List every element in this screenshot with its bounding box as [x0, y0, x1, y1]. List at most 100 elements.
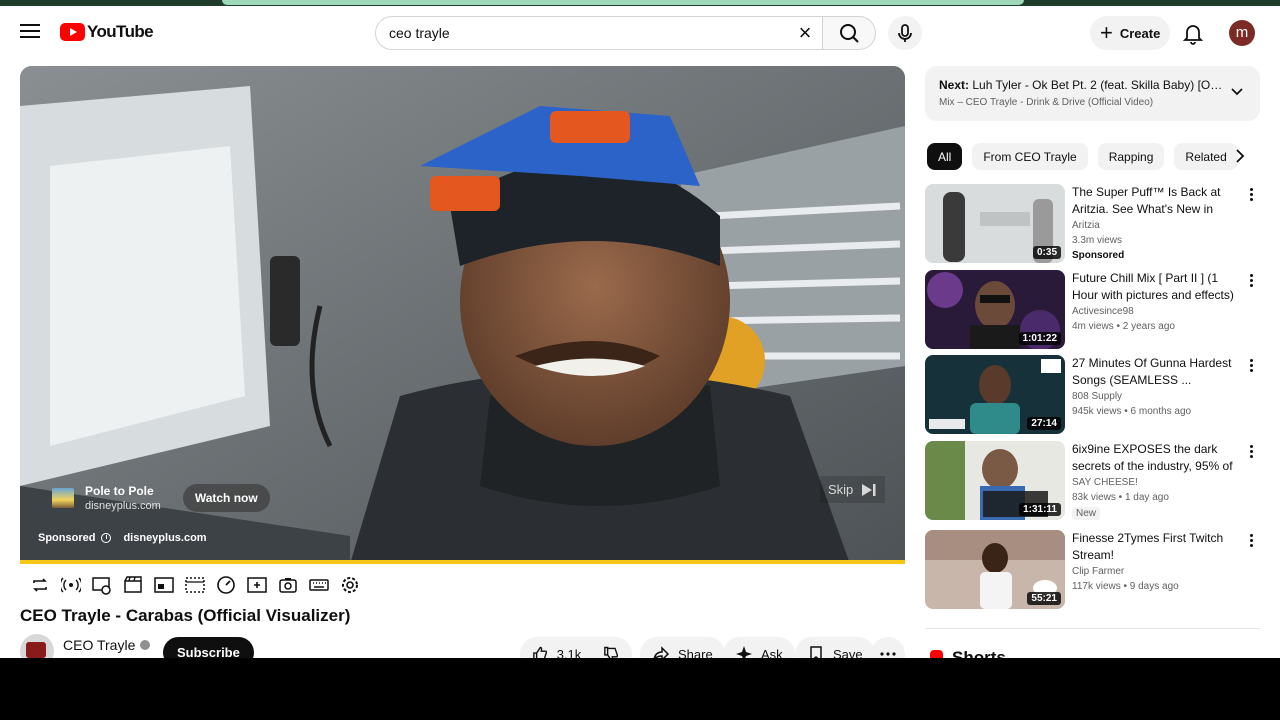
subscribe-button[interactable]: Subscribe: [163, 637, 254, 658]
up-next-title-row: Next: Luh Tyler - Ok Bet Pt. 2 (feat. Sk…: [939, 78, 1224, 92]
video-thumbnail[interactable]: 27:14: [925, 355, 1065, 434]
youtube-logo[interactable]: YouTube: [60, 22, 154, 42]
save-label: Save: [833, 646, 863, 659]
keyboard-icon[interactable]: [307, 573, 331, 597]
ad-progress-bar[interactable]: [20, 560, 905, 564]
more-vert-icon[interactable]: [1250, 534, 1254, 548]
aspect-ratio-icon[interactable]: [152, 573, 176, 597]
chevron-right-icon[interactable]: [1232, 148, 1248, 164]
recommendation-item[interactable]: 1:01:22 Future Chill Mix [ Part II ] (1 …: [925, 270, 1260, 350]
broadcast-icon[interactable]: [59, 573, 83, 597]
channel-name[interactable]: 808 Supply: [1072, 391, 1122, 402]
search-input[interactable]: [389, 25, 779, 41]
video-thumbnail[interactable]: 1:31:11: [925, 441, 1065, 520]
video-title[interactable]: 27 Minutes Of Gunna Hardest Songs (SEAML…: [1072, 355, 1242, 389]
up-next-mix: Mix – CEO Trayle - Drink & Drive (Offici…: [939, 97, 1154, 108]
search-box[interactable]: ×: [375, 16, 823, 50]
voice-search-button[interactable]: [888, 16, 922, 50]
more-vert-icon[interactable]: [1250, 359, 1254, 373]
more-vert-icon[interactable]: [1250, 188, 1254, 202]
ad-sponsored-row: Sponsored i disneyplus.com: [38, 532, 207, 544]
chip-rapping[interactable]: Rapping: [1097, 143, 1165, 170]
more-actions-button[interactable]: [871, 637, 905, 658]
video-thumbnail[interactable]: 0:35: [925, 184, 1065, 263]
ad-title[interactable]: Pole to Pole: [85, 484, 161, 498]
verified-icon: [140, 640, 151, 650]
ask-button[interactable]: Ask: [723, 637, 795, 658]
duration-badge: 27:14: [1027, 417, 1061, 430]
youtube-watch-page: YouTube × + Create m: [0, 0, 1280, 658]
video-meta: 945k views • 6 months ago: [1072, 406, 1192, 417]
clapper-icon[interactable]: [121, 573, 145, 597]
video-owner-row: CEO Trayle Subscribe 3.1k Share Ask Save: [20, 634, 905, 658]
chip-related[interactable]: Related: [1174, 143, 1238, 170]
add-frame-icon[interactable]: [245, 573, 269, 597]
video-title: CEO Trayle - Carabas (Official Visualize…: [20, 606, 351, 625]
microphone-icon: [898, 24, 912, 42]
skip-label: Skip: [828, 482, 854, 497]
dashed-frame-icon[interactable]: [183, 573, 207, 597]
search-icon: [840, 24, 859, 43]
skip-next-icon: [862, 483, 876, 496]
sponsored-label: Sponsored: [38, 532, 96, 544]
thumbs-down-icon[interactable]: [603, 645, 620, 658]
chip-from-channel[interactable]: From CEO Trayle: [972, 143, 1088, 170]
video-thumbnail[interactable]: 1:01:22: [925, 270, 1065, 349]
recommendation-item[interactable]: 55:21 Finesse 2Tymes First Twitch Stream…: [925, 530, 1260, 610]
menu-icon[interactable]: [18, 20, 42, 44]
ad-domain[interactable]: disneyplus.com: [85, 500, 161, 512]
loop-icon[interactable]: [28, 573, 52, 597]
settings-gear-icon[interactable]: [338, 573, 362, 597]
create-button[interactable]: + Create: [1090, 16, 1170, 50]
video-title[interactable]: Future Chill Mix [ Part II ] (1 Hour wit…: [1072, 270, 1242, 304]
channel-name-row[interactable]: CEO Trayle: [63, 637, 151, 653]
video-player[interactable]: Pole to Pole disneyplus.com Watch now Sp…: [20, 66, 905, 564]
recommendation-item[interactable]: 0:35 The Super Puff™ Is Back at Aritzia.…: [925, 184, 1260, 264]
recommendation-item[interactable]: 1:31:11 6ix9ine EXPOSES the dark secrets…: [925, 441, 1260, 521]
video-title[interactable]: Finesse 2Tymes First Twitch Stream!: [1072, 530, 1242, 564]
info-icon[interactable]: i: [101, 533, 112, 543]
channel-avatar[interactable]: [20, 634, 54, 658]
duration-badge: 1:01:22: [1018, 332, 1061, 345]
screen-view-icon[interactable]: [90, 573, 114, 597]
video-title[interactable]: The Super Puff™ Is Back at Aritzia. See …: [1072, 184, 1242, 218]
skip-ad-button[interactable]: Skip: [820, 476, 886, 503]
sponsored-badge: Sponsored: [1072, 250, 1125, 261]
channel-name[interactable]: Activesince98: [1072, 306, 1134, 317]
clear-search-icon[interactable]: ×: [794, 22, 816, 44]
thumbs-up-icon[interactable]: [532, 645, 549, 658]
share-button[interactable]: Share: [640, 637, 725, 658]
speed-gauge-icon[interactable]: [214, 573, 238, 597]
plus-icon: +: [1100, 20, 1113, 45]
channel-name[interactable]: Clip Farmer: [1072, 566, 1124, 577]
more-vert-icon[interactable]: [1250, 445, 1254, 459]
shorts-header[interactable]: Shorts: [930, 648, 1006, 658]
sponsored-domain[interactable]: disneyplus.com: [123, 532, 206, 544]
chip-all[interactable]: All: [927, 143, 963, 170]
channel-name[interactable]: SAY CHEESE!: [1072, 477, 1138, 488]
account-avatar[interactable]: m: [1229, 20, 1255, 46]
camera-icon[interactable]: [276, 573, 300, 597]
up-next-title: Luh Tyler - Ok Bet Pt. 2 (feat. Skilla B…: [972, 78, 1224, 92]
ad-card: Pole to Pole disneyplus.com Watch now: [52, 484, 270, 512]
like-count[interactable]: 3.1k: [557, 647, 582, 659]
youtube-play-icon: [60, 23, 85, 41]
channel-name[interactable]: CEO Trayle: [63, 637, 135, 653]
up-next-panel[interactable]: Next: Luh Tyler - Ok Bet Pt. 2 (feat. Sk…: [925, 66, 1260, 121]
duration-badge: 1:31:11: [1019, 503, 1061, 516]
more-vert-icon[interactable]: [1250, 274, 1254, 288]
save-button[interactable]: Save: [795, 637, 875, 658]
watch-now-button[interactable]: Watch now: [182, 484, 270, 512]
filter-chips: All From CEO Trayle Rapping Related: [927, 143, 1238, 170]
like-dislike-group: 3.1k: [520, 637, 632, 658]
duration-badge: 0:35: [1032, 246, 1061, 259]
video-title[interactable]: 6ix9ine EXPOSES the dark secrets of the …: [1072, 441, 1242, 475]
share-icon: [653, 646, 670, 658]
notifications-button[interactable]: [1180, 20, 1206, 46]
channel-name[interactable]: Aritzia: [1072, 220, 1100, 231]
chevron-down-icon[interactable]: [1230, 84, 1244, 98]
share-label: Share: [678, 646, 713, 659]
search-button[interactable]: [822, 16, 876, 50]
video-thumbnail[interactable]: 55:21: [925, 530, 1065, 609]
recommendation-item[interactable]: 27:14 27 Minutes Of Gunna Hardest Songs …: [925, 355, 1260, 435]
